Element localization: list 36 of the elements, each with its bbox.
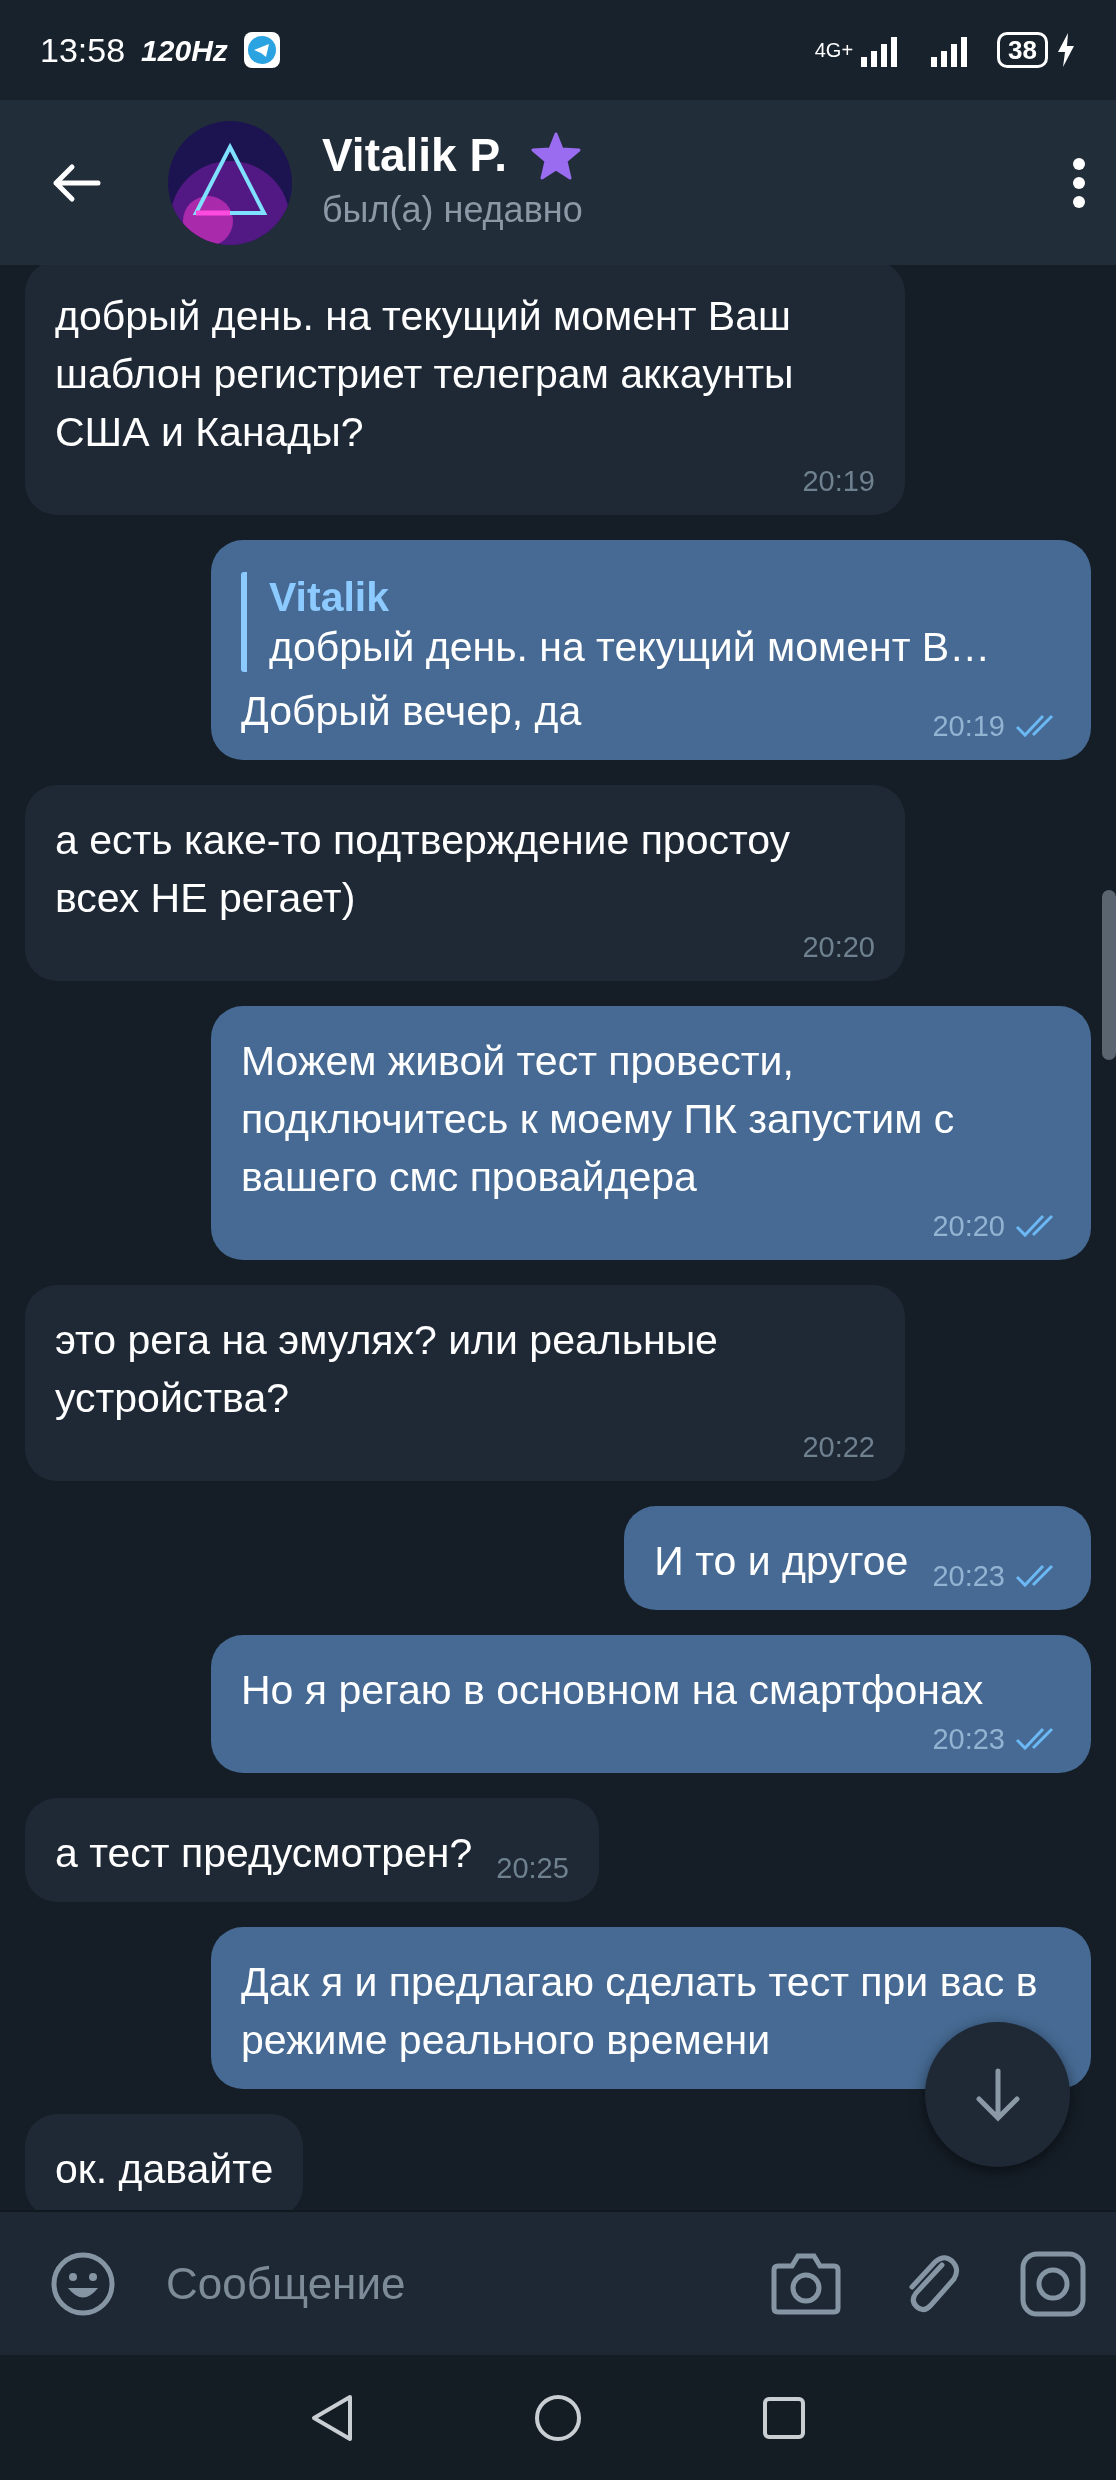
refresh-rate-label: 120Hz — [141, 32, 228, 69]
recents-button[interactable] — [762, 2395, 806, 2440]
reply-quote[interactable]: Vitalik добрый день. на текущий момент В… — [241, 572, 1061, 672]
scrollbar[interactable] — [1102, 890, 1116, 1060]
message-text: Добрый вечер, да — [241, 687, 582, 736]
emoji-button[interactable] — [50, 2250, 116, 2317]
message-time: 20:23 — [932, 1722, 1005, 1757]
quote-author: Vitalik — [269, 573, 391, 622]
message-text: И то и другое — [654, 1537, 909, 1586]
message-time: 20:20 — [932, 1209, 1005, 1244]
message-time: 20:22 — [802, 1430, 875, 1465]
message-text: Но я регаю в основном на смартфонах — [241, 1666, 984, 1715]
contact-name: Vitalik P. — [322, 127, 507, 183]
message-text: а тест предусмотрен? — [55, 1829, 473, 1878]
battery-level: 38 — [997, 32, 1048, 68]
message-text: это рега на эмулях? или реальные устройства? — [55, 1316, 719, 1423]
contact-status: был(а) недавно — [322, 188, 583, 233]
menu-button[interactable] — [1072, 156, 1086, 209]
clock-time: 13:58 — [40, 29, 126, 71]
message-text: добрый день. на текущий момент Ваш шаблон регистриет телеграм аккаунты США и Канады? — [55, 292, 795, 457]
back-nav-button[interactable] — [310, 2393, 354, 2442]
message-time: 20:20 — [802, 930, 875, 965]
home-button[interactable] — [534, 2393, 582, 2442]
message-time: 20:23 — [932, 1559, 1005, 1594]
quote-text: добрый день. на текущий момент В… — [269, 623, 992, 672]
camera-button[interactable] — [770, 2251, 842, 2316]
message-time: 20:19 — [932, 709, 1005, 744]
camera-record-button[interactable] — [1020, 2250, 1086, 2317]
telegram-icon — [243, 32, 280, 68]
message-time: 20:25 — [496, 1851, 569, 1886]
message-text: Можем живой тест провести, подключитесь к моему ПК запустим с вашего смс провайдера — [241, 1037, 956, 1202]
message-time: 20:19 — [802, 464, 875, 499]
message-text: Дак я и предлагаю сделать тест при вас в режиме реального времени — [241, 1958, 1039, 2065]
message-text: ок. давайте — [55, 2145, 274, 2194]
network-type-label: 4G+ — [814, 38, 854, 63]
message-text: а есть каке-то подтверждение простоу всех НЕ регает) — [55, 816, 792, 923]
